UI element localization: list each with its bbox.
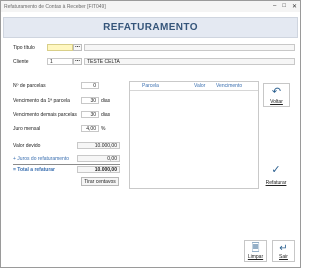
refaturar-label: Refaturar bbox=[265, 180, 287, 186]
tipo-titulo-description bbox=[84, 44, 295, 51]
cliente-label: Cliente bbox=[13, 59, 29, 65]
cliente-lookup-button[interactable]: ... bbox=[73, 57, 82, 65]
venc-primeira-unit: dias bbox=[101, 98, 111, 104]
grid-header-vencimento: Vencimento bbox=[216, 83, 243, 89]
total-refaturar-value: 10.000,00 bbox=[77, 166, 120, 173]
limpar-label: Limpar bbox=[247, 254, 264, 260]
juro-input[interactable]: 4,00 bbox=[81, 125, 99, 132]
sair-label: Sair bbox=[279, 254, 288, 260]
valor-devido-label: Valor devido bbox=[13, 143, 41, 149]
total-separator bbox=[13, 164, 120, 165]
tipo-titulo-input[interactable] bbox=[47, 44, 73, 51]
tipo-titulo-lookup-button[interactable]: ... bbox=[73, 43, 82, 51]
grid-header-valor: Valor bbox=[194, 83, 206, 89]
venc-primeira-input[interactable]: 30 bbox=[81, 97, 99, 104]
grid-header-parcela: Parcela bbox=[142, 83, 159, 89]
back-arrow-icon: ↶ bbox=[271, 86, 282, 98]
sair-button[interactable]: ↵ Sair bbox=[272, 240, 295, 262]
limpar-button[interactable]: 🗏 Limpar bbox=[244, 240, 267, 262]
maximize-icon[interactable]: □ bbox=[282, 3, 286, 10]
valor-devido-value: 10.000,00 bbox=[77, 142, 120, 149]
clear-document-icon: 🗏 bbox=[251, 243, 260, 254]
venc-demais-input[interactable]: 30 bbox=[81, 111, 99, 118]
voltar-label: Voltar bbox=[270, 99, 283, 105]
window-title: Refaturamento de Contas à Receber [FIT04… bbox=[4, 4, 106, 10]
juros-refaturamento-value: 0,00 bbox=[77, 155, 120, 162]
venc-primeira-label: Vencimento da 1ª parcela bbox=[13, 98, 70, 104]
total-refaturar-label: = Total a refaturar bbox=[13, 167, 56, 173]
n-parcelas-input[interactable]: 0 bbox=[81, 82, 99, 89]
venc-demais-unit: dias bbox=[101, 112, 111, 118]
voltar-button[interactable]: ↶ Voltar bbox=[263, 83, 290, 107]
header-banner: REFATURAMENTO bbox=[3, 17, 298, 38]
window-controls: – □ ✕ bbox=[273, 3, 297, 10]
cliente-code-input[interactable]: 1 bbox=[47, 58, 73, 65]
juros-refaturamento-label: + Juros do refaturamento bbox=[13, 156, 70, 162]
cliente-name: TESTE CELTA bbox=[84, 58, 295, 65]
parcelas-grid[interactable]: Parcela Valor Vencimento bbox=[129, 81, 259, 189]
minimize-icon[interactable]: – bbox=[273, 3, 276, 10]
exit-arrow-icon: ↵ bbox=[279, 243, 288, 254]
n-parcelas-label: Nº de parcelas bbox=[13, 83, 46, 89]
app-window: Refaturamento de Contas à Receber [FIT04… bbox=[0, 0, 301, 268]
tirar-centavos-button[interactable]: Tirar centavos bbox=[81, 177, 119, 186]
venc-demais-label: Vencimento demais parcelas bbox=[13, 112, 77, 118]
juro-unit: % bbox=[101, 126, 106, 132]
tipo-titulo-label: Tipo título bbox=[13, 45, 35, 51]
close-icon[interactable]: ✕ bbox=[292, 3, 297, 10]
page-title: REFATURAMENTO bbox=[103, 22, 198, 33]
checkmark-icon: ✓ bbox=[271, 164, 281, 176]
juro-label: Juro mensal bbox=[13, 126, 41, 132]
grid-header-divider bbox=[130, 90, 258, 91]
refaturar-button[interactable]: ✓ Refaturar bbox=[264, 165, 288, 186]
title-bar: Refaturamento de Contas à Receber [FIT04… bbox=[1, 1, 300, 12]
